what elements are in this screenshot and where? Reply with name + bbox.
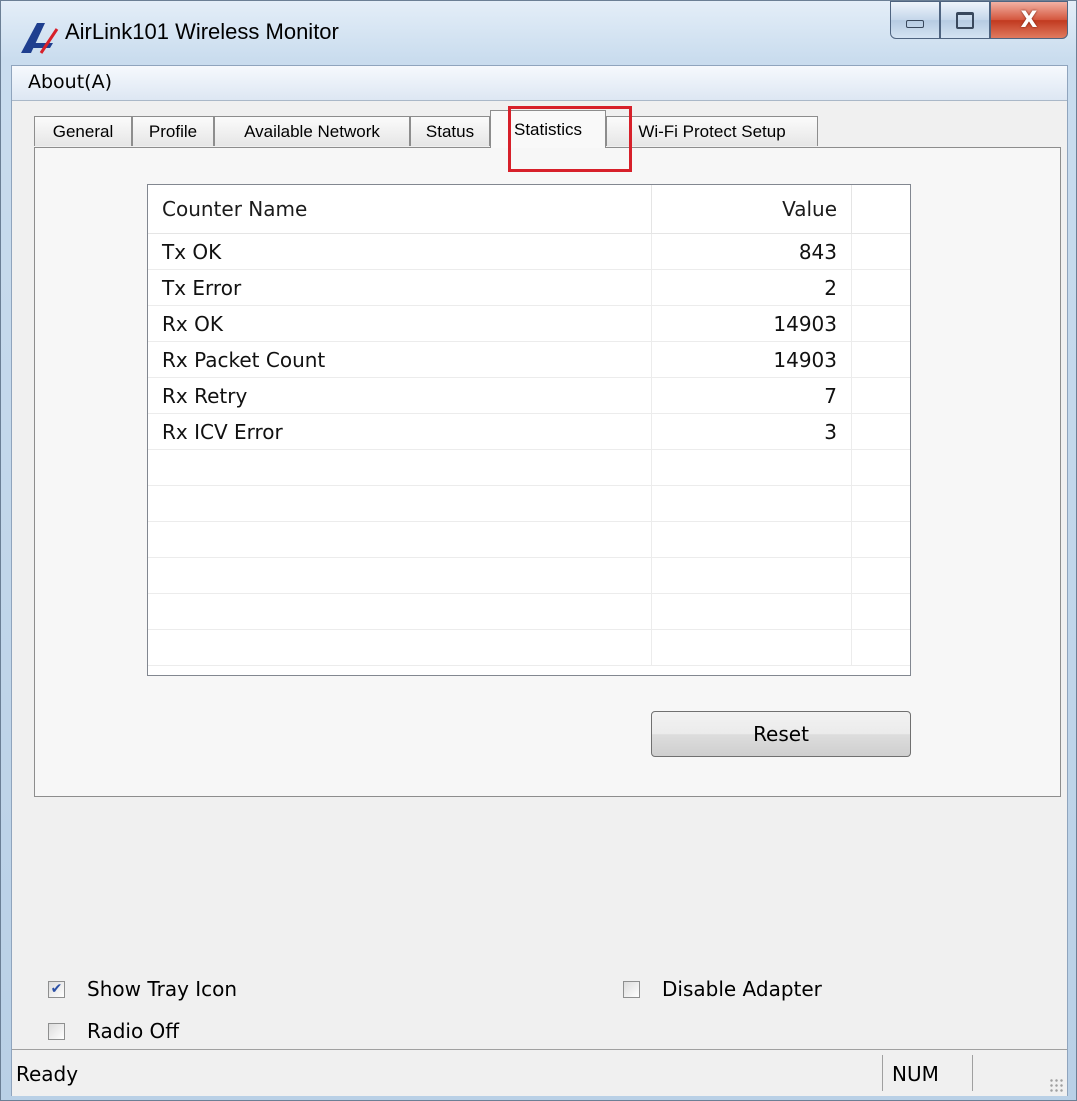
radio-off-checkbox[interactable]: [48, 1022, 65, 1040]
reset-button[interactable]: Reset: [651, 711, 911, 757]
show-tray-icon-label: Show Tray Icon: [87, 977, 238, 1001]
minimize-icon: [906, 20, 924, 28]
counter-name: Rx OK: [148, 306, 652, 342]
column-header-empty: [852, 185, 910, 233]
empty-cell: [852, 378, 910, 414]
counter-value: 3: [652, 414, 852, 450]
tab-label: Status: [425, 121, 475, 141]
table-row[interactable]: Rx Packet Count 14903: [148, 342, 910, 378]
empty-cell: [852, 414, 910, 450]
disable-adapter-label: Disable Adapter: [662, 977, 822, 1001]
menu-about[interactable]: About(A): [24, 71, 116, 93]
empty-row: [148, 450, 910, 486]
table-row[interactable]: Rx Retry 7: [148, 378, 910, 414]
empty-row: [148, 522, 910, 558]
tab-general[interactable]: General: [34, 116, 132, 146]
tab-label: Wi-Fi Protect Setup: [638, 121, 786, 141]
statistics-panel: Counter Name Value Tx OK 843 Tx Error 2 Rx…: [34, 147, 1061, 797]
resize-grip-icon[interactable]: [1049, 1078, 1063, 1092]
empty-cell: [852, 306, 910, 342]
empty-cell: [852, 234, 910, 270]
column-header-counter-name[interactable]: Counter Name: [148, 185, 652, 233]
list-body: Tx OK 843 Tx Error 2 Rx OK 14903 Rx Packet …: [148, 234, 910, 666]
counter-value: 14903: [652, 342, 852, 378]
title-bar[interactable]: AirLink101 Wireless Monitor X: [1, 1, 1076, 63]
empty-row: [148, 594, 910, 630]
empty-cell: [852, 270, 910, 306]
show-tray-icon-option[interactable]: ✔ Show Tray Icon: [48, 977, 237, 1001]
table-row[interactable]: Tx OK 843: [148, 234, 910, 270]
empty-row: [148, 486, 910, 522]
counter-value: 14903: [652, 306, 852, 342]
list-header: Counter Name Value: [148, 185, 910, 234]
client-area: About(A) General Profile Available Netwo…: [11, 65, 1068, 1096]
maximize-button[interactable]: [940, 1, 990, 39]
radio-off-label: Radio Off: [87, 1019, 180, 1043]
tab-label: General: [52, 121, 114, 141]
tab-profile[interactable]: Profile: [132, 116, 214, 146]
counter-value: 2: [652, 270, 852, 306]
disable-adapter-checkbox[interactable]: [623, 980, 640, 998]
tab-available-network[interactable]: Available Network: [214, 116, 410, 146]
minimize-button[interactable]: [890, 1, 940, 39]
counter-value: 7: [652, 378, 852, 414]
column-header-value[interactable]: Value: [652, 185, 852, 233]
window-title: AirLink101 Wireless Monitor: [65, 19, 339, 44]
close-icon: X: [1020, 7, 1038, 33]
empty-row: [148, 630, 910, 666]
table-row[interactable]: Tx Error 2: [148, 270, 910, 306]
table-row[interactable]: Rx ICV Error 3: [148, 414, 910, 450]
airlink-logo-icon: [21, 23, 59, 54]
tab-label: Statistics: [513, 119, 583, 139]
status-bar: Ready NUM: [12, 1049, 1067, 1096]
tab-label: Profile: [148, 121, 198, 141]
statistics-list[interactable]: Counter Name Value Tx OK 843 Tx Error 2 Rx…: [147, 184, 911, 676]
counter-name: Rx Packet Count: [148, 342, 652, 378]
counter-name: Rx ICV Error: [148, 414, 652, 450]
radio-off-option[interactable]: Radio Off: [48, 1019, 179, 1043]
disable-adapter-option[interactable]: Disable Adapter: [623, 977, 822, 1001]
tab-statistics[interactable]: Statistics: [490, 110, 606, 148]
table-row[interactable]: Rx OK 14903: [148, 306, 910, 342]
counter-name: Tx OK: [148, 234, 652, 270]
maximize-icon: [956, 11, 974, 29]
num-indicator: NUM: [892, 1062, 939, 1086]
window-controls: X: [890, 1, 1068, 41]
counter-name: Tx Error: [148, 270, 652, 306]
empty-cell: [852, 342, 910, 378]
show-tray-icon-checkbox[interactable]: ✔: [48, 980, 65, 998]
tab-label: Available Network: [244, 121, 380, 141]
status-text: Ready: [16, 1062, 79, 1086]
tab-status[interactable]: Status: [410, 116, 490, 146]
empty-row: [148, 558, 910, 594]
counter-name: Rx Retry: [148, 378, 652, 414]
close-button[interactable]: X: [990, 1, 1068, 39]
tab-wifi-protect-setup[interactable]: Wi-Fi Protect Setup: [606, 116, 818, 146]
menu-bar: About(A): [12, 66, 1067, 101]
app-window: AirLink101 Wireless Monitor X About(A) G…: [0, 0, 1077, 1101]
counter-value: 843: [652, 234, 852, 270]
